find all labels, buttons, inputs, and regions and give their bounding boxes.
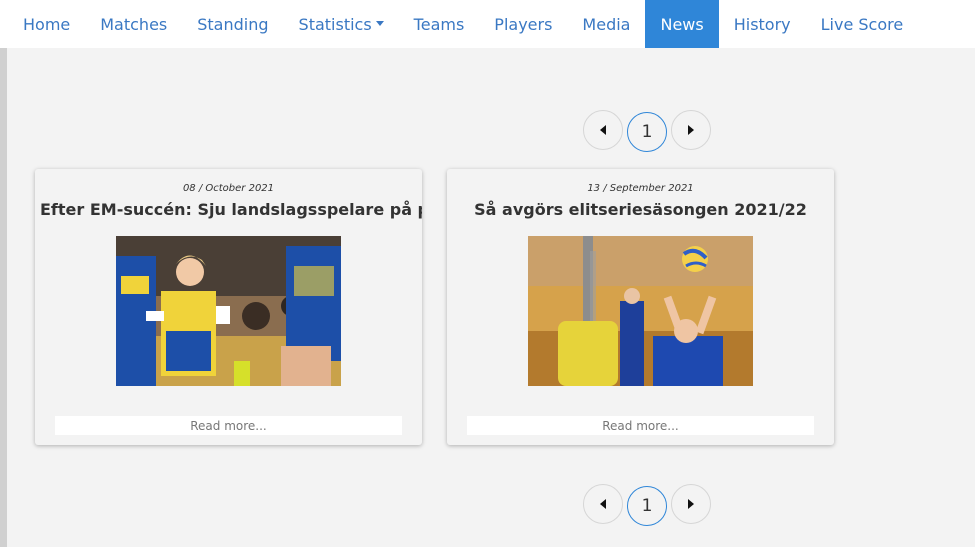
nav-item-news[interactable]: News (645, 0, 719, 48)
news-card: 08 / October 2021 Efter EM-succén: Sju l… (35, 169, 422, 445)
read-more-button[interactable]: Read more... (467, 416, 814, 435)
nav-item-teams[interactable]: Teams (399, 0, 480, 48)
nav-item-media[interactable]: Media (567, 0, 645, 48)
nav-item-statistics[interactable]: Statistics (284, 0, 399, 48)
left-sidebar-edge (0, 48, 7, 547)
news-title[interactable]: Så avgörs elitseriesäsongen 2021/22 (447, 200, 834, 219)
pagination-bottom: 1 (583, 484, 711, 526)
news-image[interactable] (116, 236, 341, 386)
pagination-next-button[interactable] (671, 484, 711, 524)
pagination-next-button[interactable] (671, 110, 711, 150)
main-navbar: Home Matches Standing Statistics Teams P… (0, 0, 975, 48)
caret-right-icon (688, 125, 694, 135)
pagination-page-1[interactable]: 1 (627, 112, 667, 152)
caret-left-icon (600, 125, 606, 135)
read-more-button[interactable]: Read more... (55, 416, 402, 435)
pagination-prev-button[interactable] (583, 110, 623, 150)
news-title[interactable]: Efter EM-succén: Sju landslagsspelare på… (35, 200, 422, 219)
pagination-top: 1 (583, 110, 711, 152)
nav-item-matches[interactable]: Matches (85, 0, 182, 48)
news-date: 08 / October 2021 (182, 183, 275, 194)
pagination-page-1[interactable]: 1 (627, 486, 667, 526)
caret-right-icon (688, 499, 694, 509)
nav-item-players[interactable]: Players (479, 0, 567, 48)
caret-left-icon (600, 499, 606, 509)
news-date: 13 / September 2021 (587, 183, 694, 194)
dropdown-caret-icon (375, 20, 384, 26)
nav-item-standing[interactable]: Standing (182, 0, 283, 48)
news-card: 13 / September 2021 Så avgörs elitseries… (447, 169, 834, 445)
nav-item-history[interactable]: History (719, 0, 806, 48)
nav-item-live-score[interactable]: Live Score (806, 0, 919, 48)
nav-item-home[interactable]: Home (8, 0, 85, 48)
pagination-prev-button[interactable] (583, 484, 623, 524)
news-image[interactable] (528, 236, 753, 386)
